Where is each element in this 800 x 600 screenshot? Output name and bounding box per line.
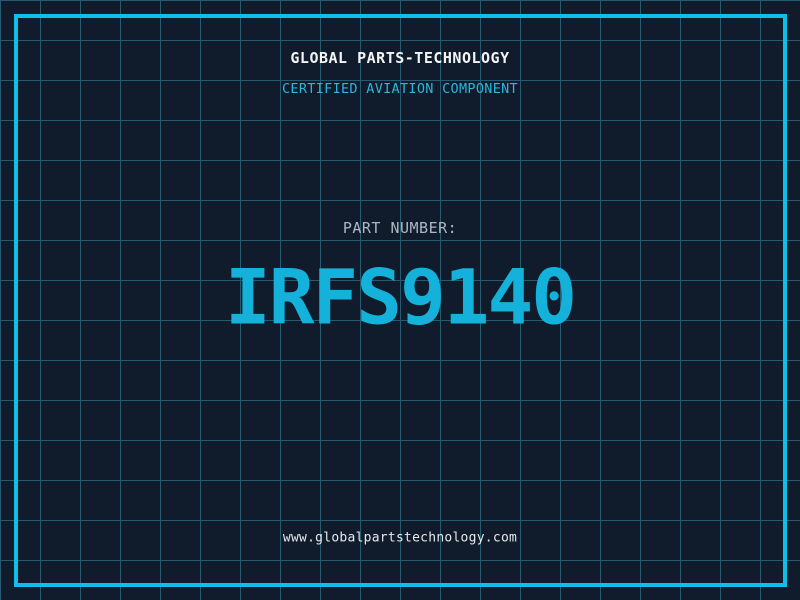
website-url: www.globalpartstechnology.com: [0, 531, 800, 546]
company-name: GLOBAL PARTS-TECHNOLOGY: [0, 49, 800, 67]
certificate-placard: GLOBAL PARTS-TECHNOLOGY CERTIFIED AVIATI…: [0, 0, 800, 600]
part-number-value: IRFS9140: [0, 253, 800, 342]
certification-subtitle: CERTIFIED AVIATION COMPONENT: [0, 81, 800, 97]
part-number-label: PART NUMBER:: [0, 219, 800, 237]
